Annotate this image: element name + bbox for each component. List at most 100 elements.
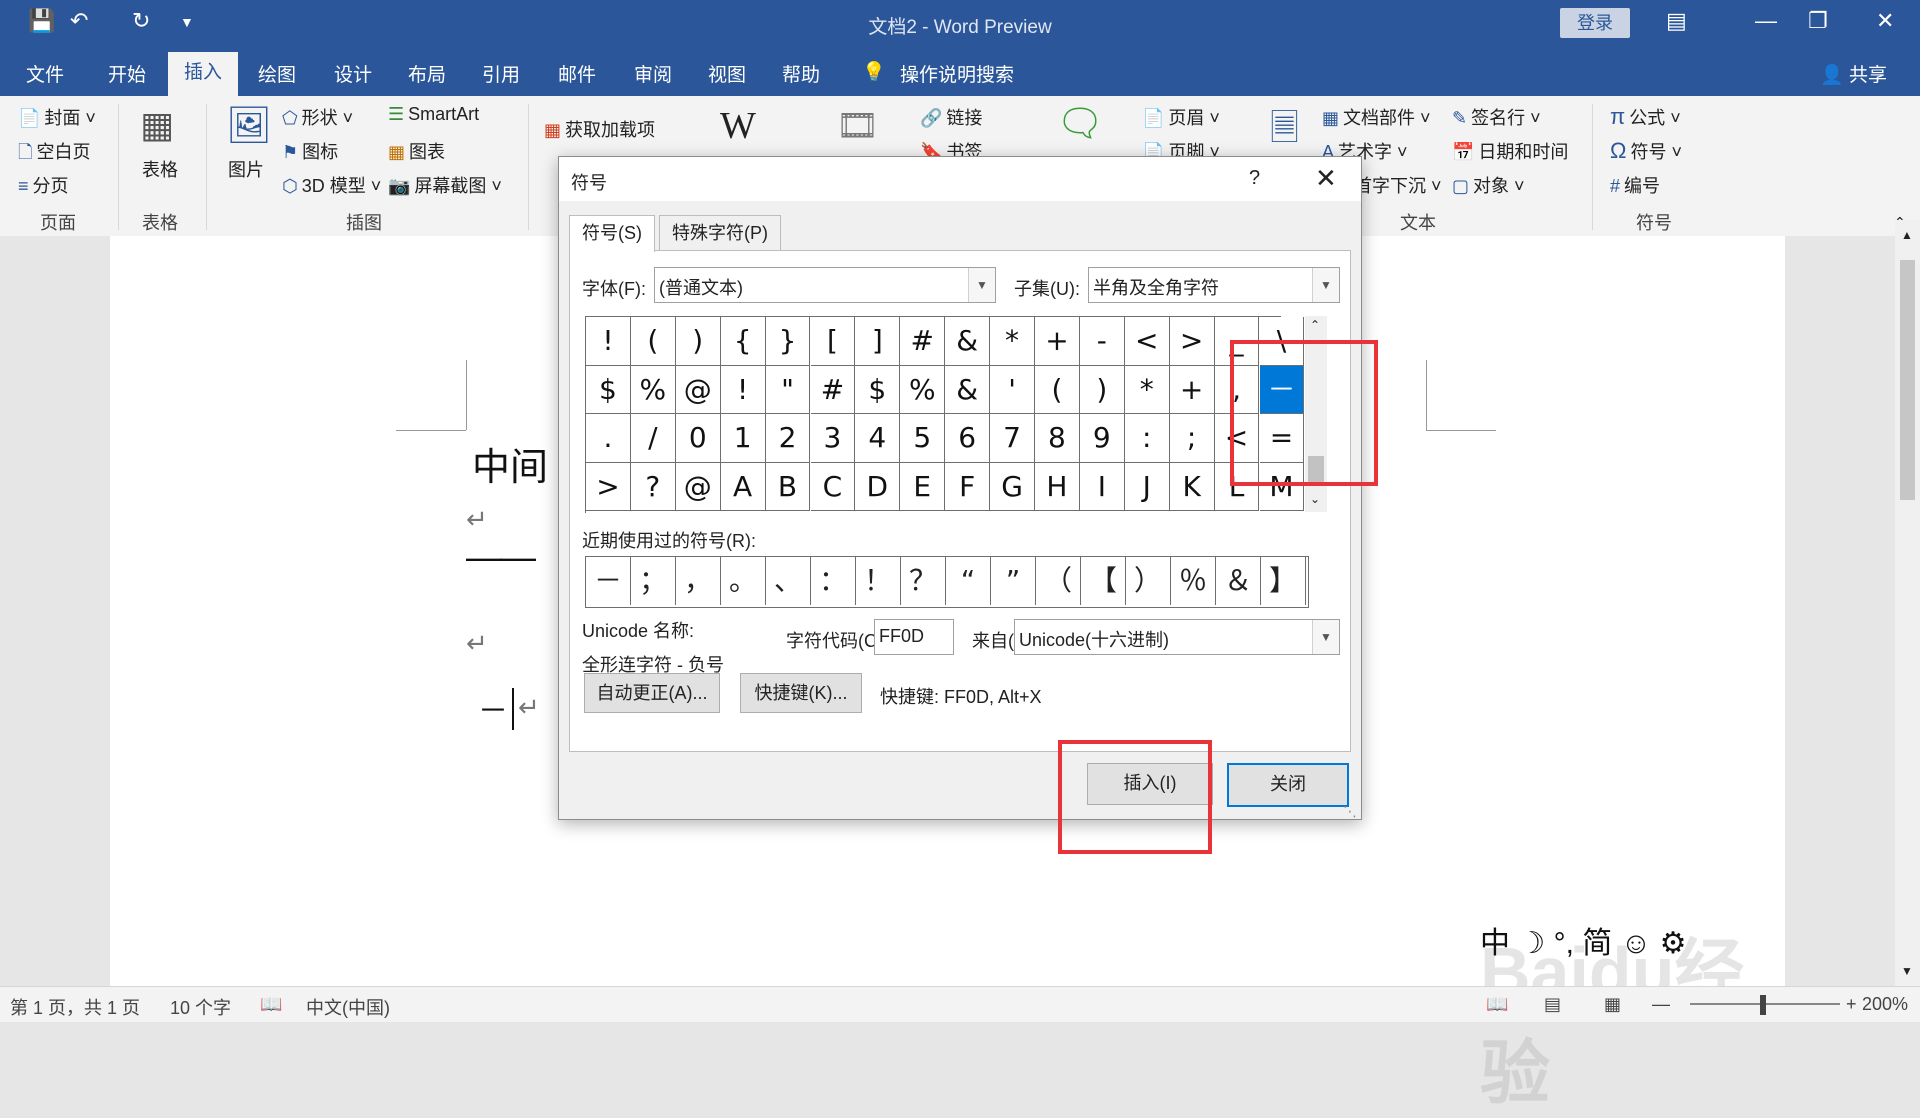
tab-draw[interactable]: 绘图 bbox=[258, 60, 296, 87]
tab-references[interactable]: 引用 bbox=[482, 60, 520, 87]
tell-me-search[interactable]: 操作说明搜索 bbox=[900, 60, 1014, 87]
symbol-cell[interactable]: 8 bbox=[1035, 414, 1080, 463]
symbol-cell[interactable]: * bbox=[990, 317, 1035, 366]
symbol-cell[interactable]: H bbox=[1035, 462, 1080, 511]
char-code-input[interactable]: FF0D bbox=[874, 619, 954, 655]
symbol-cell[interactable]: ( bbox=[1035, 365, 1080, 414]
number-button[interactable]: # 编号 bbox=[1610, 172, 1660, 198]
symbol-button[interactable]: Ω 符号 ˅ bbox=[1610, 138, 1682, 164]
symbol-cell[interactable]: 3 bbox=[810, 414, 856, 463]
smartart-button[interactable]: ☰ SmartArt bbox=[388, 104, 479, 125]
ime-smiley-icon[interactable]: ☺ bbox=[1621, 927, 1652, 960]
recent-symbol-cell[interactable]: ＆ bbox=[1216, 557, 1261, 605]
symbol-cell[interactable]: - bbox=[1079, 317, 1125, 366]
blank-page-button[interactable]: 🗋 空白页 bbox=[18, 138, 90, 170]
scroll-down-icon[interactable]: ⌄ bbox=[1310, 492, 1320, 506]
symbol-cell[interactable]: . bbox=[586, 414, 631, 463]
ribbon-display-icon[interactable]: ▤ bbox=[1666, 8, 1687, 34]
recent-symbol-cell[interactable]: 、 bbox=[766, 557, 811, 605]
page-count[interactable]: 第 1 页，共 1 页 bbox=[10, 994, 140, 1020]
icons-button[interactable]: ⚑ 图标 bbox=[282, 138, 338, 164]
symbol-cell[interactable]: / bbox=[630, 414, 676, 463]
symbol-cell[interactable]: J bbox=[1124, 462, 1170, 511]
word-count[interactable]: 10 个字 bbox=[170, 994, 231, 1020]
symbol-cell[interactable]: % bbox=[900, 365, 946, 414]
picture-icon[interactable]: 🖼 bbox=[226, 104, 272, 146]
symbol-cell[interactable]: * bbox=[1124, 365, 1170, 414]
ime-settings-icon[interactable]: ⚙ bbox=[1660, 927, 1687, 960]
ime-mode[interactable]: 中 bbox=[1480, 927, 1510, 960]
symbol-cell[interactable]: { bbox=[720, 317, 766, 366]
ime-moon-icon[interactable]: ☽ bbox=[1518, 927, 1545, 960]
zoom-slider-thumb[interactable] bbox=[1760, 995, 1766, 1015]
ime-punct-icon[interactable]: °, bbox=[1554, 927, 1574, 960]
object-button[interactable]: ▢ 对象 ˅ bbox=[1452, 172, 1525, 198]
symbol-cell[interactable]: : bbox=[1124, 414, 1170, 463]
zoom-level[interactable]: 200% bbox=[1862, 994, 1908, 1015]
tab-file[interactable]: 文件 bbox=[26, 60, 64, 87]
tab-help[interactable]: 帮助 bbox=[782, 60, 820, 87]
symbol-cell[interactable]: F bbox=[945, 462, 991, 511]
recent-symbol-cell[interactable]: 】 bbox=[1261, 557, 1306, 605]
zoom-in-icon[interactable]: + bbox=[1846, 994, 1857, 1015]
tab-design[interactable]: 设计 bbox=[334, 60, 372, 87]
symbol-cell[interactable]: K bbox=[1169, 462, 1215, 511]
symbol-cell[interactable]: 5 bbox=[900, 414, 946, 463]
tab-view[interactable]: 视图 bbox=[708, 60, 746, 87]
quickparts-button[interactable]: ▦ 文档部件 ˅ bbox=[1322, 104, 1431, 130]
3d-model-button[interactable]: ⬡ 3D 模型 ˅ bbox=[282, 172, 381, 198]
cover-page-button[interactable]: 📄 封面 ˅ bbox=[18, 104, 96, 130]
from-select[interactable]: Unicode(十六进制) ▼ bbox=[1014, 619, 1340, 655]
subset-select[interactable]: 半角及全角字符 ▼ bbox=[1088, 267, 1340, 303]
recent-symbols-row[interactable]: －；，。、：！？ “” （【）％＆】 bbox=[585, 556, 1309, 608]
datetime-button[interactable]: 📅 日期和时间 bbox=[1452, 138, 1568, 164]
header-button[interactable]: 📄 页眉 ˅ bbox=[1142, 104, 1220, 130]
tab-insert[interactable]: 插入 bbox=[168, 52, 238, 96]
symbol-cell[interactable]: $ bbox=[586, 365, 631, 414]
recent-symbol-cell[interactable]: （ bbox=[1036, 557, 1081, 605]
read-mode-icon[interactable]: 📖 bbox=[1486, 994, 1508, 1015]
login-button[interactable]: 登录 bbox=[1560, 8, 1630, 38]
symbol-cell[interactable]: % bbox=[630, 365, 676, 414]
symbol-cell[interactable]: ( bbox=[630, 317, 676, 366]
proofing-icon[interactable]: 📖 bbox=[260, 994, 282, 1015]
vertical-scrollbar[interactable]: ▲ ▼ bbox=[1895, 220, 1920, 986]
recent-symbol-cell[interactable]: ） bbox=[1126, 557, 1171, 605]
print-layout-icon[interactable]: ▤ bbox=[1544, 994, 1561, 1015]
close-window-icon[interactable]: ✕ bbox=[1876, 8, 1894, 34]
symbol-cell[interactable]: > bbox=[1169, 317, 1215, 366]
scroll-thumb[interactable] bbox=[1900, 260, 1915, 500]
symbol-cell[interactable]: 4 bbox=[855, 414, 901, 463]
scroll-down-icon[interactable]: ▼ bbox=[1901, 964, 1913, 978]
link-button[interactable]: 🔗 链接 bbox=[920, 104, 982, 130]
signature-line-button[interactable]: ✎ 签名行 ˅ bbox=[1452, 104, 1541, 130]
symbol-cell[interactable]: ! bbox=[720, 365, 766, 414]
language[interactable]: 中文(中国) bbox=[306, 994, 390, 1020]
symbol-cell[interactable]: & bbox=[945, 317, 991, 366]
ime-simplified[interactable]: 简 bbox=[1582, 927, 1612, 960]
screenshot-button[interactable]: 📷 屏幕截图 ˅ bbox=[388, 172, 502, 198]
symbol-cell[interactable]: > bbox=[586, 462, 631, 511]
resize-grip-icon[interactable]: ⋱ bbox=[1343, 803, 1357, 820]
scroll-up-icon[interactable]: ▲ bbox=[1901, 228, 1913, 242]
symbol-cell[interactable]: } bbox=[765, 317, 811, 366]
close-button[interactable]: 关闭 bbox=[1227, 763, 1349, 807]
tab-special-characters[interactable]: 特殊字符(P) bbox=[659, 215, 781, 250]
recent-symbol-cell[interactable]: ？ bbox=[901, 557, 946, 605]
zoom-out-icon[interactable]: — bbox=[1652, 994, 1670, 1015]
symbol-cell[interactable]: @ bbox=[675, 462, 721, 511]
symbol-cell[interactable]: 0 bbox=[675, 414, 721, 463]
symbol-cell[interactable]: 1 bbox=[720, 414, 766, 463]
symbol-cell[interactable]: # bbox=[810, 365, 856, 414]
share-button[interactable]: 👤 共享 bbox=[1820, 60, 1887, 87]
scroll-up-icon[interactable]: ⌃ bbox=[1310, 318, 1320, 332]
symbol-cell[interactable]: I bbox=[1079, 462, 1125, 511]
page-break-button[interactable]: ≡ 分页 bbox=[18, 172, 69, 198]
equation-button[interactable]: π 公式 ˅ bbox=[1610, 104, 1681, 130]
symbol-cell[interactable]: G bbox=[990, 462, 1035, 511]
help-icon[interactable]: ? bbox=[1249, 167, 1260, 190]
recent-symbol-cell[interactable]: 【 bbox=[1081, 557, 1126, 605]
tab-mailings[interactable]: 邮件 bbox=[558, 60, 596, 87]
pictures-button-label[interactable]: 图片 bbox=[228, 156, 264, 182]
table-button-label[interactable]: 表格 bbox=[142, 156, 178, 182]
